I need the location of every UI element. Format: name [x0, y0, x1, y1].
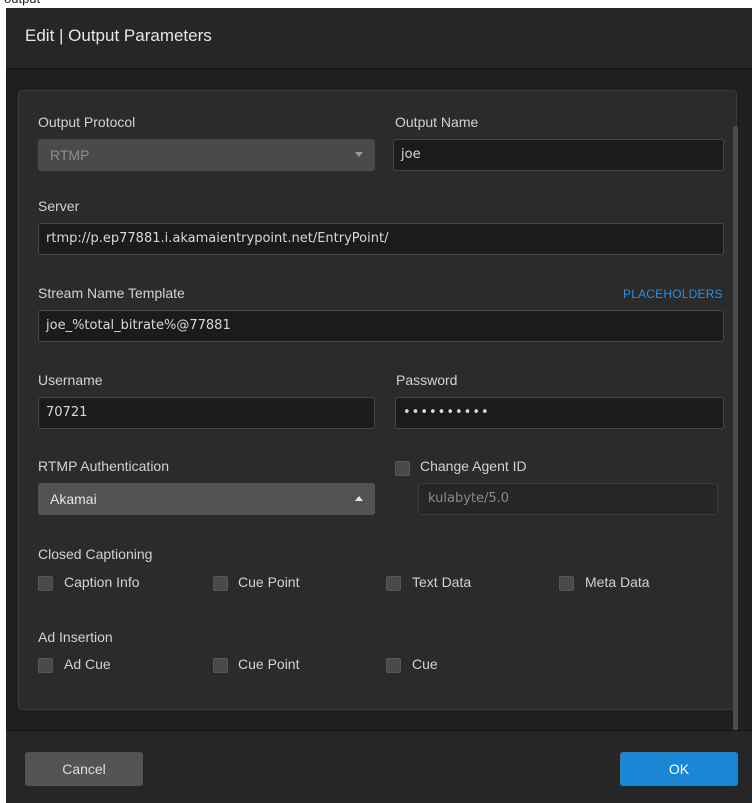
cue-label: Cue: [412, 656, 438, 672]
output-protocol-value: RTMP: [50, 147, 90, 163]
placeholders-link[interactable]: PLACEHOLDERS: [623, 287, 723, 301]
form-panel: Output Protocol RTMP Output Name joe Ser…: [18, 90, 737, 710]
meta-data-checkbox[interactable]: [559, 576, 574, 591]
ad-cue-point-label: Cue Point: [238, 656, 300, 672]
text-data-label: Text Data: [412, 574, 472, 590]
ad-cue-point-checkbox[interactable]: [213, 658, 228, 673]
output-parameters-dialog: Edit | Output Parameters Output Protocol…: [6, 8, 752, 803]
dialog-title-bar: Edit | Output Parameters: [6, 8, 752, 69]
cc-cue-point-label: Cue Point: [238, 574, 300, 590]
dialog-footer: Cancel OK: [6, 730, 752, 803]
cancel-button[interactable]: Cancel: [25, 752, 143, 786]
stream-name-template-input[interactable]: joe_%total_bitrate%@77881: [38, 310, 724, 342]
change-agent-id-label: Change Agent ID: [420, 458, 527, 474]
password-input[interactable]: ••••••••••: [395, 397, 724, 429]
agent-id-input[interactable]: kulabyte/5.0: [418, 483, 718, 515]
chevron-down-icon: [355, 152, 363, 157]
cc-cue-point-checkbox[interactable]: [213, 576, 228, 591]
top-strip: output: [0, 0, 752, 8]
vertical-scrollbar[interactable]: [733, 126, 738, 738]
username-input[interactable]: 70721: [38, 397, 375, 429]
rtmp-authentication-value: Akamai: [50, 491, 97, 507]
username-label: Username: [38, 372, 103, 388]
caption-info-checkbox[interactable]: [38, 576, 53, 591]
rtmp-authentication-select[interactable]: Akamai: [38, 483, 375, 515]
stream-name-template-label: Stream Name Template: [38, 285, 185, 301]
server-input[interactable]: rtmp://p.ep77881.i.akamaientrypoint.net/…: [38, 223, 724, 255]
closed-captioning-label: Closed Captioning: [38, 546, 153, 562]
rtmp-authentication-label: RTMP Authentication: [38, 458, 170, 474]
ok-button[interactable]: OK: [620, 752, 738, 786]
dialog-title: Edit | Output Parameters: [25, 26, 212, 45]
top-strip-text: output: [4, 0, 40, 6]
password-label: Password: [396, 372, 458, 388]
cue-checkbox[interactable]: [386, 658, 401, 673]
output-name-label: Output Name: [395, 114, 479, 130]
meta-data-label: Meta Data: [585, 574, 650, 590]
caption-info-label: Caption Info: [64, 574, 140, 590]
output-protocol-label: Output Protocol: [38, 114, 136, 130]
output-name-input[interactable]: joe: [393, 139, 724, 171]
output-protocol-select: RTMP: [38, 139, 375, 171]
chevron-up-icon: [355, 496, 363, 501]
ad-cue-checkbox[interactable]: [38, 658, 53, 673]
text-data-checkbox[interactable]: [386, 576, 401, 591]
ad-insertion-label: Ad Insertion: [38, 629, 113, 645]
server-label: Server: [38, 198, 80, 214]
change-agent-id-checkbox[interactable]: [395, 461, 410, 476]
ad-cue-label: Ad Cue: [64, 656, 111, 672]
